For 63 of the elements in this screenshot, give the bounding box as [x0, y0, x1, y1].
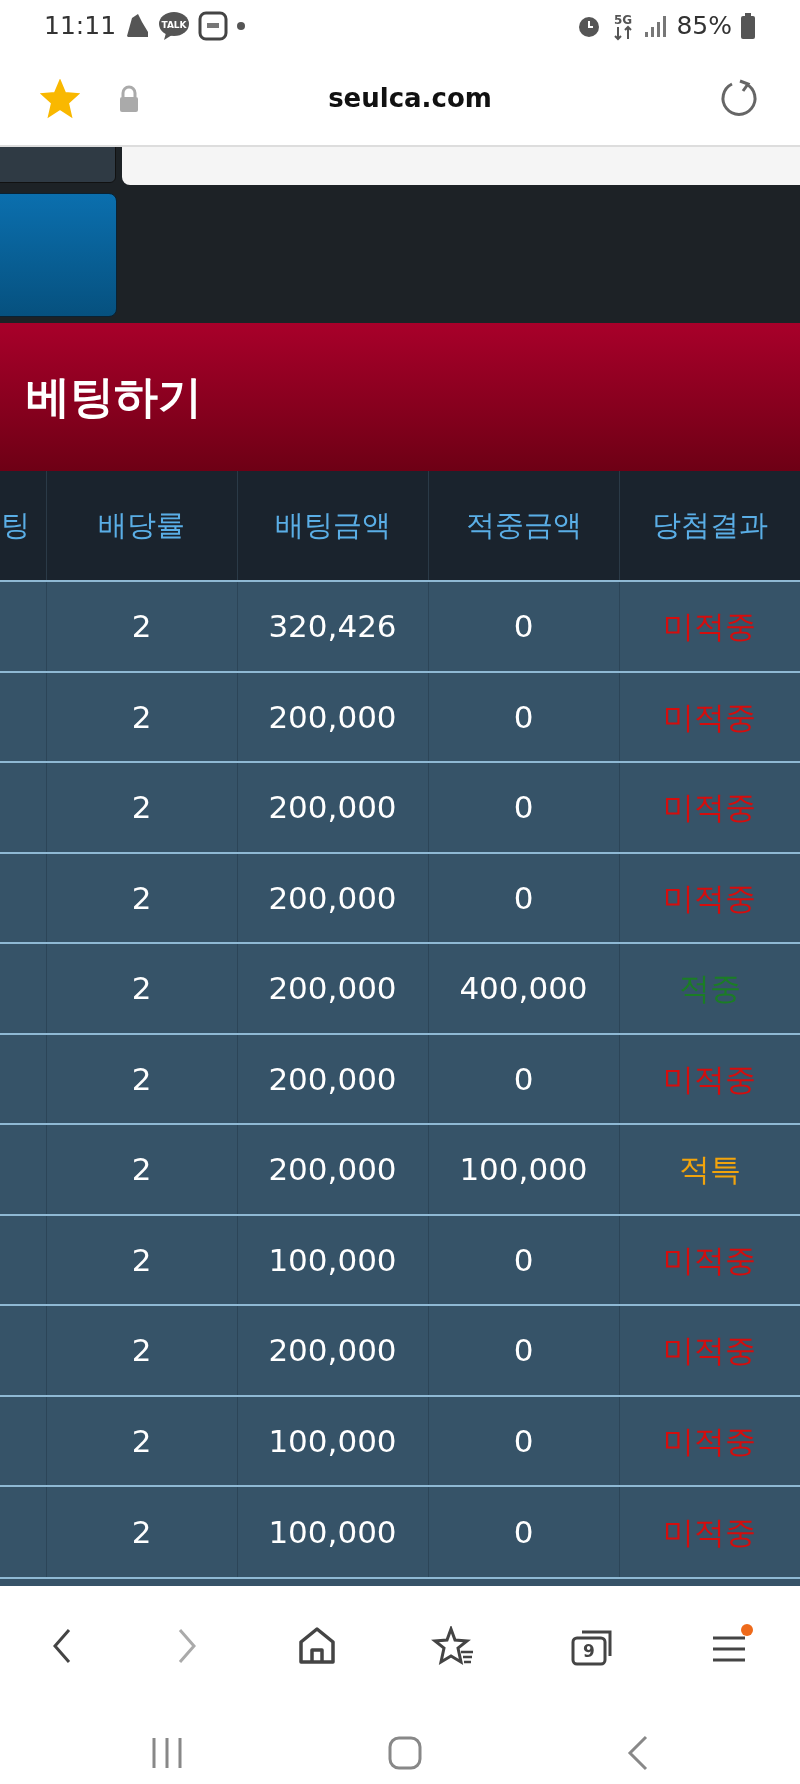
- bookmarks-icon[interactable]: [431, 1625, 476, 1666]
- table-cell: 2: [46, 1033, 237, 1124]
- table-cell: 100,000: [237, 1214, 428, 1305]
- clock-time: 11:11: [44, 10, 117, 43]
- table-cell: 100,000: [428, 1124, 619, 1215]
- table-cell: 0: [428, 1486, 619, 1577]
- table-cell: 0: [428, 1305, 619, 1396]
- table-cell: 0: [428, 762, 619, 853]
- table-cell: 2: [46, 943, 237, 1034]
- battery-icon: [740, 12, 756, 40]
- home-icon[interactable]: [296, 1625, 337, 1666]
- table-cell: 0: [428, 1214, 619, 1305]
- table-cell: 100,000: [237, 1486, 428, 1577]
- result-cell: 적특: [619, 1124, 800, 1215]
- table-cell: 200,000: [237, 1033, 428, 1124]
- column-header: 당첨결과: [619, 471, 800, 581]
- app-icon: [198, 11, 229, 41]
- section-title: 베팅하기: [26, 370, 202, 424]
- column-header: 적중금액: [428, 471, 619, 581]
- table-cell: 2: [46, 1214, 237, 1305]
- table-cell: 2: [46, 671, 237, 762]
- column-header: 팅: [0, 471, 46, 581]
- home-button-icon[interactable]: [387, 1734, 423, 1771]
- table-cell: 200,000: [237, 1305, 428, 1396]
- table-cell: 0: [428, 1395, 619, 1486]
- table-cell: 200,000: [237, 671, 428, 762]
- table-cell: 2: [46, 1395, 237, 1486]
- table-cell: 2: [46, 1124, 237, 1215]
- column-header: 배당률: [46, 471, 237, 581]
- result-cell: 미적중: [619, 1305, 800, 1396]
- action-button[interactable]: [0, 193, 117, 317]
- table-cell: 2: [46, 581, 237, 672]
- table-cell: 200,000: [237, 1124, 428, 1215]
- reload-icon[interactable]: [720, 78, 760, 119]
- table-cell: 0: [428, 581, 619, 672]
- lock-icon: [118, 84, 140, 113]
- result-cell: 미적중: [619, 762, 800, 853]
- table-cell: 2: [46, 1486, 237, 1577]
- table-cell: 200,000: [237, 852, 428, 943]
- result-cell: 적중: [619, 943, 800, 1034]
- signal-icon: [644, 14, 669, 38]
- table-cell: 0: [428, 671, 619, 762]
- bookmark-star-icon[interactable]: [40, 78, 80, 119]
- table-cell: 320,426: [237, 581, 428, 672]
- result-cell: 미적중: [619, 1395, 800, 1486]
- table-cell: 100,000: [237, 1395, 428, 1486]
- result-cell: 미적중: [619, 1033, 800, 1124]
- column-header: 배팅금액: [237, 471, 428, 581]
- table-cell: 200,000: [237, 762, 428, 853]
- table-cell: 2: [46, 1305, 237, 1396]
- table-cell: 2: [46, 762, 237, 853]
- table-cell: 0: [428, 852, 619, 943]
- table-cell: 2: [46, 852, 237, 943]
- battery-percent: 85%: [676, 10, 732, 43]
- notification-dot-icon: [236, 21, 247, 31]
- result-cell: 미적중: [619, 671, 800, 762]
- table-cell: 0: [428, 1033, 619, 1124]
- result-cell: 미적중: [619, 1214, 800, 1305]
- result-cell: 미적중: [619, 581, 800, 672]
- table-cell: 200,000: [237, 943, 428, 1034]
- table-cell: 400,000: [428, 943, 619, 1034]
- result-cell: 미적중: [619, 852, 800, 943]
- result-cell: 미적중: [619, 1486, 800, 1577]
